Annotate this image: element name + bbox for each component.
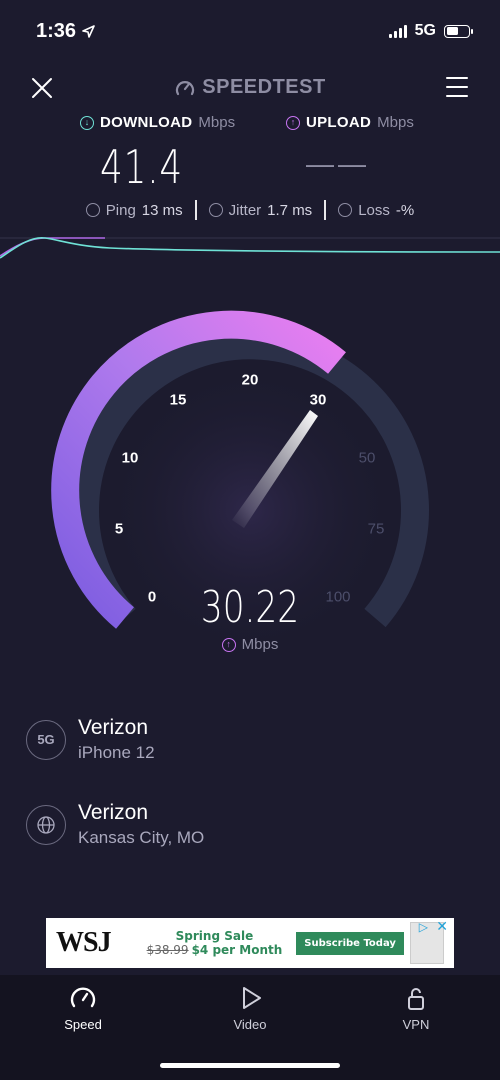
gauge-tick: 20 — [241, 371, 259, 389]
stats-row: Ping 13 ms Jitter 1.7 ms Loss -% — [0, 200, 500, 220]
gauge-tick: 30 — [309, 391, 327, 409]
current-speed: 30.22 — [0, 582, 500, 633]
gauge-tick: 15 — [169, 391, 187, 409]
ad-subscribe-button[interactable]: Subscribe Today — [296, 931, 404, 955]
app-name: SPEEDTEST — [202, 76, 326, 98]
upload-arrow-icon: ↑ — [286, 115, 300, 130]
tab-video-label: Video — [233, 1017, 267, 1032]
speed-unit-label: Mbps — [241, 636, 279, 653]
gauge-tick: 75 — [367, 520, 385, 538]
current-speed-value: 30.22 — [200, 582, 300, 633]
server-provider: Verizon — [78, 801, 149, 824]
download-label: DOWNLOAD — [100, 114, 193, 131]
network-type: 5G — [414, 22, 436, 39]
tab-video[interactable]: Video — [190, 985, 310, 1032]
connection-info[interactable]: 5G Verizon iPhone 12 — [26, 716, 155, 763]
download-arrow-icon: ↓ — [80, 115, 94, 130]
tab-speed-label: Speed — [64, 1017, 102, 1032]
app-logo: SPEEDTEST — [0, 76, 500, 99]
divider — [324, 200, 327, 220]
status-indicators: 5G — [388, 22, 473, 40]
download-value: 41.4 — [100, 140, 184, 194]
carrier-name: Verizon — [78, 716, 149, 739]
status-time-text: 1:36 — [36, 20, 77, 42]
jitter-value: 1.7 ms — [267, 201, 313, 219]
play-icon — [243, 987, 261, 1009]
status-time: 1:36 — [36, 20, 95, 43]
ping-stat: Ping 13 ms — [74, 202, 195, 219]
loss-icon — [338, 203, 353, 217]
jitter-label: Jitter — [228, 201, 262, 219]
jitter-stat: Jitter 1.7 ms — [197, 202, 325, 219]
gauge-tick: 50 — [358, 449, 376, 467]
divider — [194, 200, 197, 220]
ad-new-price: $4 per Month — [191, 943, 283, 957]
loss-stat: Loss -% — [326, 202, 426, 219]
menu-button[interactable] — [446, 77, 468, 97]
upload-header: ↑ UPLOAD Mbps — [286, 114, 414, 131]
signal-icon — [388, 24, 407, 38]
server-info[interactable]: Verizon Kansas City, MO — [26, 801, 204, 848]
network-5g-icon: 5G — [26, 719, 66, 760]
upload-value: —— — [306, 148, 370, 179]
download-header: ↓ DOWNLOAD Mbps — [80, 114, 235, 131]
ad-old-price: $38.99 — [146, 943, 189, 957]
ad-banner[interactable]: WSJ Spring Sale $38.99 $4 per Month Subsc… — [46, 918, 454, 968]
ad-headline: Spring Sale — [175, 929, 254, 943]
tab-vpn[interactable]: VPN — [356, 985, 476, 1032]
upload-unit: Mbps — [377, 114, 414, 131]
ad-close-icon[interactable]: ✕ — [436, 918, 448, 935]
speed-unit: ↑ Mbps — [0, 636, 500, 653]
ping-icon — [85, 203, 100, 217]
speedtest-logo-icon — [176, 80, 195, 95]
lock-icon — [408, 988, 424, 1010]
tab-vpn-label: VPN — [402, 1017, 430, 1032]
ad-offer: Spring Sale $38.99 $4 per Month — [147, 929, 283, 957]
gauge-tick: 5 — [114, 520, 124, 538]
ping-value: 13 ms — [141, 201, 183, 219]
loss-label: Loss — [358, 201, 390, 219]
download-unit: Mbps — [198, 114, 236, 131]
gauge-tick: 10 — [121, 449, 139, 467]
ad-brand: WSJ — [56, 927, 112, 958]
adchoices-icon[interactable]: ▷ — [419, 920, 428, 934]
ping-label: Ping — [105, 201, 136, 219]
home-indicator[interactable] — [160, 1063, 340, 1068]
jitter-icon — [208, 203, 223, 217]
device-name: iPhone 12 — [78, 743, 155, 762]
upload-label: UPLOAD — [306, 114, 372, 131]
speed-graph — [0, 237, 500, 259]
loss-value: -% — [395, 201, 415, 219]
location-arrow-icon — [82, 25, 95, 38]
download-graph-line — [0, 237, 500, 259]
server-location: Kansas City, MO — [78, 828, 205, 847]
battery-icon — [444, 24, 473, 38]
upload-arrow-icon: ↑ — [221, 637, 236, 652]
globe-icon — [26, 804, 66, 845]
gauge-icon — [70, 987, 96, 1008]
tab-speed[interactable]: Speed — [23, 985, 143, 1032]
